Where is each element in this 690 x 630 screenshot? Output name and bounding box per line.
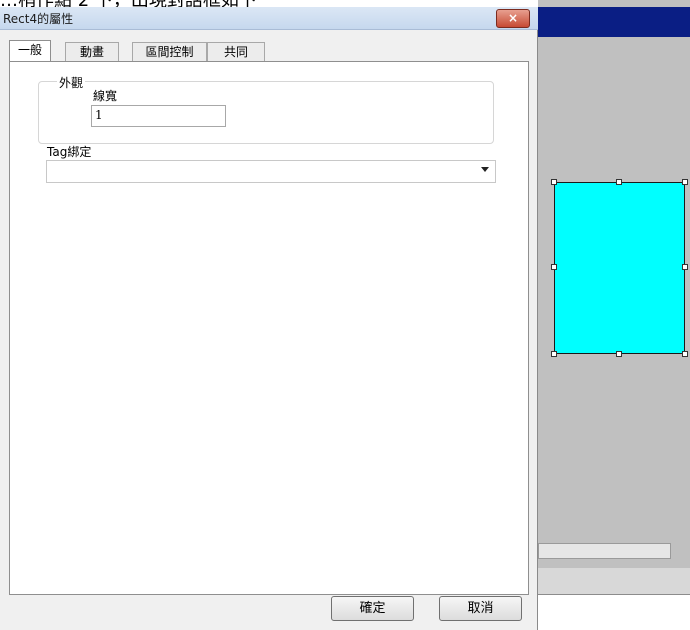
close-button[interactable]: × [496,9,530,28]
tab-common[interactable]: 共同 [207,42,265,61]
dialog-titlebar: Rect4的屬性 × [0,7,538,30]
line-width-input[interactable]: 1 [91,105,226,127]
resize-handle[interactable] [682,351,688,357]
workspace-footer [538,595,690,630]
line-width-label: 線寬 [93,89,118,103]
tag-binding-select[interactable] [46,160,496,183]
dialog-title: Rect4的屬性 [3,12,74,26]
tag-binding-label: Tag綁定 [47,145,92,159]
resize-handle[interactable] [682,179,688,185]
resize-handle[interactable] [551,351,557,357]
horizontal-scrollbar[interactable] [538,543,671,559]
resize-handle[interactable] [616,351,622,357]
ok-button[interactable]: 確定 [331,596,414,621]
chevron-down-icon[interactable] [481,167,489,172]
selected-rectangle[interactable] [554,182,685,354]
resize-handle[interactable] [551,264,557,270]
tab-range-control[interactable]: 區間控制 [132,42,207,61]
resize-handle[interactable] [551,179,557,185]
tab-general[interactable]: 一般 [9,40,51,61]
appearance-group-title: 外觀 [57,74,86,91]
workspace-status-strip [538,568,690,595]
workspace-titlebar [538,7,690,37]
tab-animation[interactable]: 動畫 [65,42,119,61]
cancel-button[interactable]: 取消 [439,596,522,621]
drawing-workspace [538,0,690,630]
resize-handle[interactable] [682,264,688,270]
resize-handle[interactable] [616,179,622,185]
